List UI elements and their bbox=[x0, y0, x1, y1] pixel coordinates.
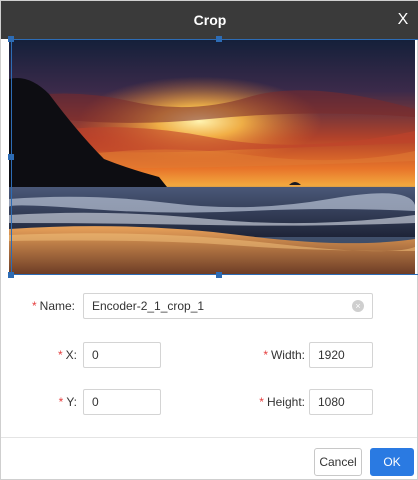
footer-divider bbox=[1, 437, 417, 438]
width-field[interactable] bbox=[309, 342, 373, 368]
height-label: * Height: bbox=[231, 389, 305, 415]
close-icon[interactable]: X bbox=[393, 10, 413, 30]
x-label: * X: bbox=[15, 342, 77, 368]
crop-preview-image bbox=[9, 39, 415, 275]
height-input[interactable] bbox=[318, 390, 372, 414]
height-label-text: Height: bbox=[266, 395, 305, 409]
name-label: * Name: bbox=[15, 293, 75, 319]
x-input[interactable] bbox=[92, 343, 160, 367]
crop-handle-left[interactable] bbox=[8, 154, 14, 160]
height-field[interactable] bbox=[309, 389, 373, 415]
width-label-text: Width: bbox=[270, 348, 305, 362]
required-mark: * bbox=[263, 348, 268, 362]
clear-icon[interactable]: × bbox=[352, 300, 364, 312]
y-label: * Y: bbox=[15, 389, 77, 415]
dialog-title: Crop bbox=[193, 12, 227, 28]
width-input[interactable] bbox=[318, 343, 372, 367]
ok-button[interactable]: OK bbox=[370, 448, 414, 476]
required-mark: * bbox=[259, 395, 264, 409]
x-field[interactable] bbox=[83, 342, 161, 368]
crop-handle-top-left[interactable] bbox=[8, 36, 14, 42]
required-mark: * bbox=[31, 299, 37, 313]
crop-handle-bottom-left[interactable] bbox=[8, 272, 14, 278]
crop-dialog: Crop X * Name: Encoder-2_1_crop_1 × * X:… bbox=[0, 0, 418, 480]
cancel-button[interactable]: Cancel bbox=[314, 448, 362, 476]
dialog-titlebar: Crop X bbox=[1, 1, 418, 39]
required-mark: * bbox=[57, 348, 63, 362]
y-input[interactable] bbox=[92, 390, 160, 414]
width-label: * Width: bbox=[231, 342, 305, 368]
name-field[interactable]: × bbox=[83, 293, 373, 319]
y-label-text: Y: bbox=[66, 395, 77, 409]
name-label-text: Name: bbox=[39, 299, 75, 313]
crop-handle-top[interactable] bbox=[216, 36, 222, 42]
x-label-text: X: bbox=[65, 348, 77, 362]
crop-handle-bottom[interactable] bbox=[216, 272, 222, 278]
y-field[interactable] bbox=[83, 389, 161, 415]
name-input[interactable] bbox=[92, 294, 372, 318]
required-mark: * bbox=[58, 395, 64, 409]
